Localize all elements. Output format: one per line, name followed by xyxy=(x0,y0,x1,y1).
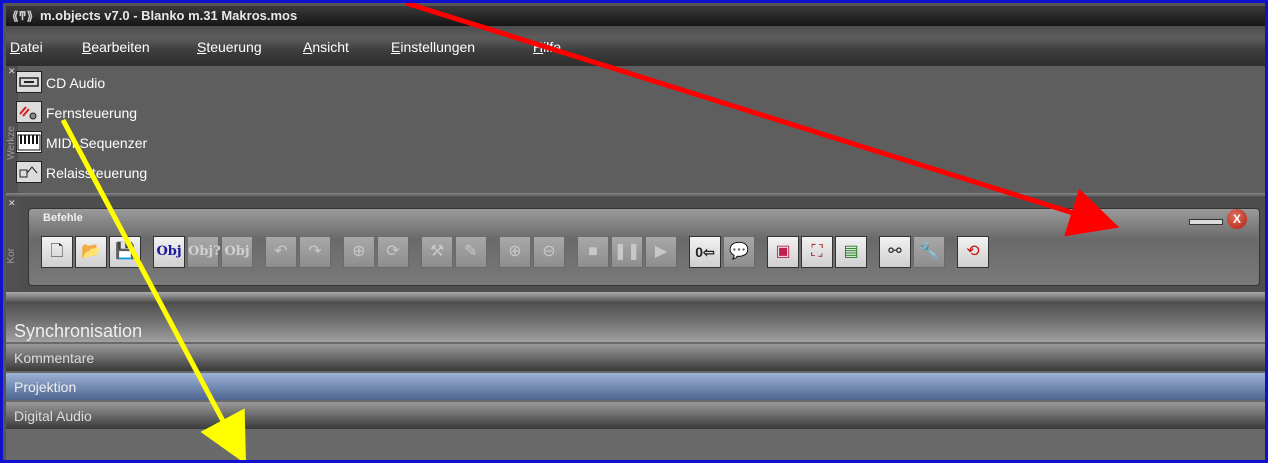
redo-button[interactable]: ↷ xyxy=(299,236,331,268)
open-file-button[interactable]: 📂 xyxy=(75,236,107,268)
commands-area: ✕ Kor Befehle X 🗋 📂 💾 Obj Obj? Obj ↶ ↷ ⊕… xyxy=(6,198,1265,296)
app-window: ⟪ͳ⟫ m.objects v7.0 - Blanko m.31 Makros.… xyxy=(0,0,1268,463)
zoom-out-button[interactable]: ⊖ xyxy=(533,236,565,268)
picture-icon: ▣ xyxy=(775,243,791,260)
new-object-button[interactable]: Obj xyxy=(153,236,185,268)
menu-bearbeiten[interactable]: Bearbeiten xyxy=(82,39,150,55)
object-info-button[interactable]: Obj? xyxy=(187,236,221,268)
menu-hilfe[interactable]: Hilfe xyxy=(533,39,561,55)
tool-label: Relaissteuerung xyxy=(46,165,148,181)
menu-datei[interactable]: Datei xyxy=(10,39,43,55)
track-projektion[interactable]: Projektion xyxy=(6,373,1265,400)
remote-control-icon xyxy=(16,101,42,123)
menu-einstellungen[interactable]: Einstellungen xyxy=(391,39,475,55)
comment-button[interactable]: 💬 xyxy=(723,236,755,268)
toolbar-bottom-edge xyxy=(6,292,1265,302)
magnet-snap-button[interactable]: ⟲ xyxy=(957,236,989,268)
commands-panel-label: Kor xyxy=(6,248,17,264)
zoom-in-button[interactable]: ⊕ xyxy=(499,236,531,268)
pause-icon: ❚❚ xyxy=(613,243,641,260)
open-folder-icon: 📂 xyxy=(81,243,101,260)
cd-audio-icon xyxy=(16,71,42,93)
stop-button[interactable]: ■ xyxy=(577,236,609,268)
zoom-out-icon: ⊖ xyxy=(542,243,556,260)
stop-icon: ■ xyxy=(588,243,598,260)
refresh-button[interactable]: ⟳ xyxy=(377,236,409,268)
undo-button[interactable]: ↶ xyxy=(265,236,297,268)
redo-icon: ↷ xyxy=(308,243,322,260)
tool-label: CD Audio xyxy=(46,75,106,91)
save-button[interactable]: 💾 xyxy=(109,236,141,268)
undo-icon: ↶ xyxy=(274,243,288,260)
magnet-icon: ⟲ xyxy=(966,243,980,260)
commands-panel-grip[interactable]: ✕ Kor xyxy=(6,198,18,292)
track-digital-audio[interactable]: Digital Audio xyxy=(6,402,1265,429)
track-synchronisation[interactable]: Synchronisation xyxy=(6,302,1265,342)
counter-reset-icon: 0⇦ xyxy=(695,244,715,260)
pause-button[interactable]: ❚❚ xyxy=(611,236,643,268)
pipette-icon: ✎ xyxy=(464,243,478,260)
delete-object-button[interactable]: Obj xyxy=(221,236,253,268)
center-button[interactable]: ⊕ xyxy=(343,236,375,268)
menu-ansicht[interactable]: Ansicht xyxy=(303,39,349,55)
title-bar: ⟪ͳ⟫ m.objects v7.0 - Blanko m.31 Makros.… xyxy=(6,6,1265,26)
new-object-icon: Obj xyxy=(156,244,182,259)
tool-label: MIDI Sequenzer xyxy=(46,135,148,151)
midi-keyboard-icon xyxy=(16,131,42,153)
image-window-button[interactable]: ▣ xyxy=(767,236,799,268)
toolbar-title: Befehle xyxy=(43,212,83,224)
projection-screen-icon: ⛶ xyxy=(811,243,823,260)
save-icon: 💾 xyxy=(115,243,135,260)
toolbar-drag-handle[interactable] xyxy=(1189,219,1223,225)
chain-link-icon: ⚯ xyxy=(888,243,902,260)
settings-wrench-button[interactable]: 🔧 xyxy=(913,236,945,268)
tools-panel: ✕ Werkze CD Audio Fernsteuerung MIDI Seq… xyxy=(6,66,1265,193)
delete-object-icon: Obj xyxy=(224,244,250,259)
reset-counter-button[interactable]: 0⇦ xyxy=(689,236,721,268)
hammer-icon: ⚒ xyxy=(429,243,445,260)
light-table-icon: ▤ xyxy=(843,243,859,260)
play-icon: ▶ xyxy=(654,243,668,260)
assign-tool-button[interactable]: ⚯ xyxy=(879,236,911,268)
window-title: m.objects v7.0 - Blanko m.31 Makros.mos xyxy=(40,8,298,23)
hammer-tool-button[interactable]: ⚒ xyxy=(421,236,453,268)
toolbar-close-button[interactable]: X xyxy=(1227,209,1247,229)
zoom-in-icon: ⊕ xyxy=(508,243,522,260)
new-file-icon: 🗋 xyxy=(50,243,64,260)
menu-bar: Datei Bearbeiten Steuerung Ansicht Einst… xyxy=(6,26,1265,66)
new-file-button[interactable]: 🗋 xyxy=(41,236,73,268)
play-button[interactable]: ▶ xyxy=(645,236,677,268)
wrench-icon: 🔧 xyxy=(919,243,939,260)
light-table-button[interactable]: ▤ xyxy=(835,236,867,268)
track-kommentare[interactable]: Kommentare xyxy=(6,344,1265,371)
object-info-icon: Obj? xyxy=(188,244,221,259)
speech-bubble-icon: 💬 xyxy=(729,243,749,260)
target-icon: ⊕ xyxy=(352,243,366,260)
panel-close-icon[interactable]: ✕ xyxy=(8,198,16,209)
app-logo-icon: ⟪ͳ⟫ xyxy=(12,9,34,23)
menu-steuerung[interactable]: Steuerung xyxy=(197,39,262,55)
tracks-area: Synchronisation Kommentare Projektion Di… xyxy=(6,302,1265,460)
panel-close-icon[interactable]: ✕ xyxy=(8,66,16,77)
presentation-button[interactable]: ⛶ xyxy=(801,236,833,268)
relay-icon xyxy=(16,161,42,183)
tool-label: Fernsteuerung xyxy=(46,105,138,121)
refresh-icon: ⟳ xyxy=(386,243,400,260)
commands-toolbar: Befehle X 🗋 📂 💾 Obj Obj? Obj ↶ ↷ ⊕ ⟳ ⚒ ✎… xyxy=(28,208,1260,286)
pipette-tool-button[interactable]: ✎ xyxy=(455,236,487,268)
